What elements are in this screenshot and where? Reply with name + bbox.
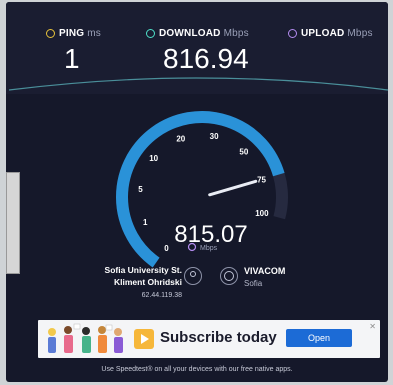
ad-text: Subscribe today: [160, 329, 277, 346]
gauge-tick-label: 10: [149, 154, 158, 163]
gauge-needle-line: [208, 179, 258, 197]
ad-close-icon[interactable]: ✕: [369, 322, 376, 331]
server-city: Sofia: [244, 279, 263, 288]
isp-line-2: Kliment Ohridski: [113, 277, 182, 287]
gauge-tick-label: 30: [210, 132, 219, 141]
gauge-needle: [208, 179, 258, 197]
gauge-tick-label: 5: [138, 185, 143, 194]
youtube-play-icon: [134, 329, 154, 349]
ad-banner[interactable]: Subscribe today Open ✕: [38, 320, 380, 358]
ad-people-illustration: [48, 323, 123, 353]
globe-icon[interactable]: [220, 267, 238, 285]
gauge-tick-label: 1: [143, 218, 148, 227]
gauge-tick-label: 100: [255, 209, 269, 218]
ad-open-button[interactable]: Open: [286, 329, 352, 347]
gauge-current-value: 815.07: [174, 221, 247, 248]
gauge-tick-label: 50: [239, 147, 248, 156]
isp-ip: 62.44.119.38: [141, 292, 182, 299]
gauge-tick-label: 20: [176, 135, 185, 144]
gauge-unit: Mbps: [200, 245, 218, 252]
server-name[interactable]: VIVACOM: [244, 266, 285, 276]
header-divider: [8, 77, 388, 91]
footer-text[interactable]: Use Speedtest® on all your devices with …: [6, 366, 388, 373]
isp-name: Sofia University St. Kliment Ohridski: [80, 264, 182, 288]
screen: PING ms 1 DOWNLOAD Mbps 816.94 UPLOAD Mb…: [6, 2, 388, 382]
gauge-tick-label: 0: [164, 244, 169, 253]
isp-line-1: Sofia University St.: [104, 265, 182, 275]
user-icon[interactable]: [184, 267, 202, 285]
gauge-tick-label: 75: [257, 176, 266, 185]
